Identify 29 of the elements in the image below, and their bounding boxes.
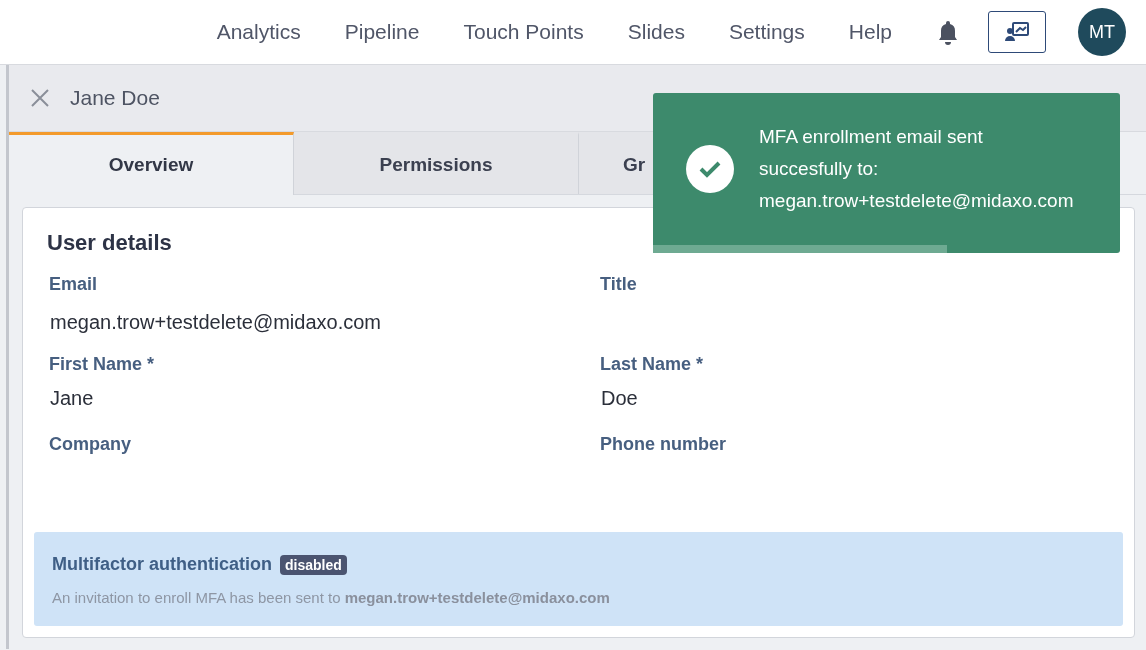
field-label: Last Name * (600, 354, 705, 375)
nav-link[interactable]: Settings (706, 20, 827, 44)
presentation-button[interactable] (988, 11, 1046, 53)
bell-icon[interactable] (936, 19, 960, 45)
field-label: Email (49, 274, 99, 295)
mfa-title: Multifactor authentication (52, 554, 272, 575)
nav-link[interactable]: Help (826, 20, 914, 44)
nav-link[interactable]: Touch Points (441, 20, 606, 44)
status-badge: disabled (280, 554, 347, 575)
field-label: Company (49, 434, 132, 455)
check-icon (686, 145, 734, 193)
field-value: megan.trow+testdelete@midaxo.com (49, 311, 382, 334)
field-value: Doe (600, 387, 639, 410)
section-title: User details (47, 230, 173, 256)
tab[interactable]: Overview (9, 132, 294, 195)
panel-title: Jane Doe (70, 86, 160, 110)
mfa-message: An invitation to enroll MFA has been sent to megan.trow+testdelete@midaxo.com (52, 589, 611, 606)
field-label: First Name * (49, 354, 156, 375)
user-avatar[interactable]: MT (1078, 8, 1126, 56)
toast-message: MFA enrollment email sent succesfully to: megan.trow+testdelete@midaxo.com (759, 125, 1074, 213)
close-icon[interactable] (30, 88, 50, 108)
presenter-icon (1004, 21, 1030, 43)
tab[interactable]: Permissions (294, 132, 579, 194)
nav-link[interactable]: Analytics (194, 20, 323, 44)
nav-link[interactable]: Slides (605, 20, 707, 44)
nav-link[interactable]: Pipeline (322, 20, 442, 44)
field-label: Phone number (600, 434, 727, 455)
field-value: Jane (49, 387, 95, 410)
field-label: Title (600, 274, 638, 295)
